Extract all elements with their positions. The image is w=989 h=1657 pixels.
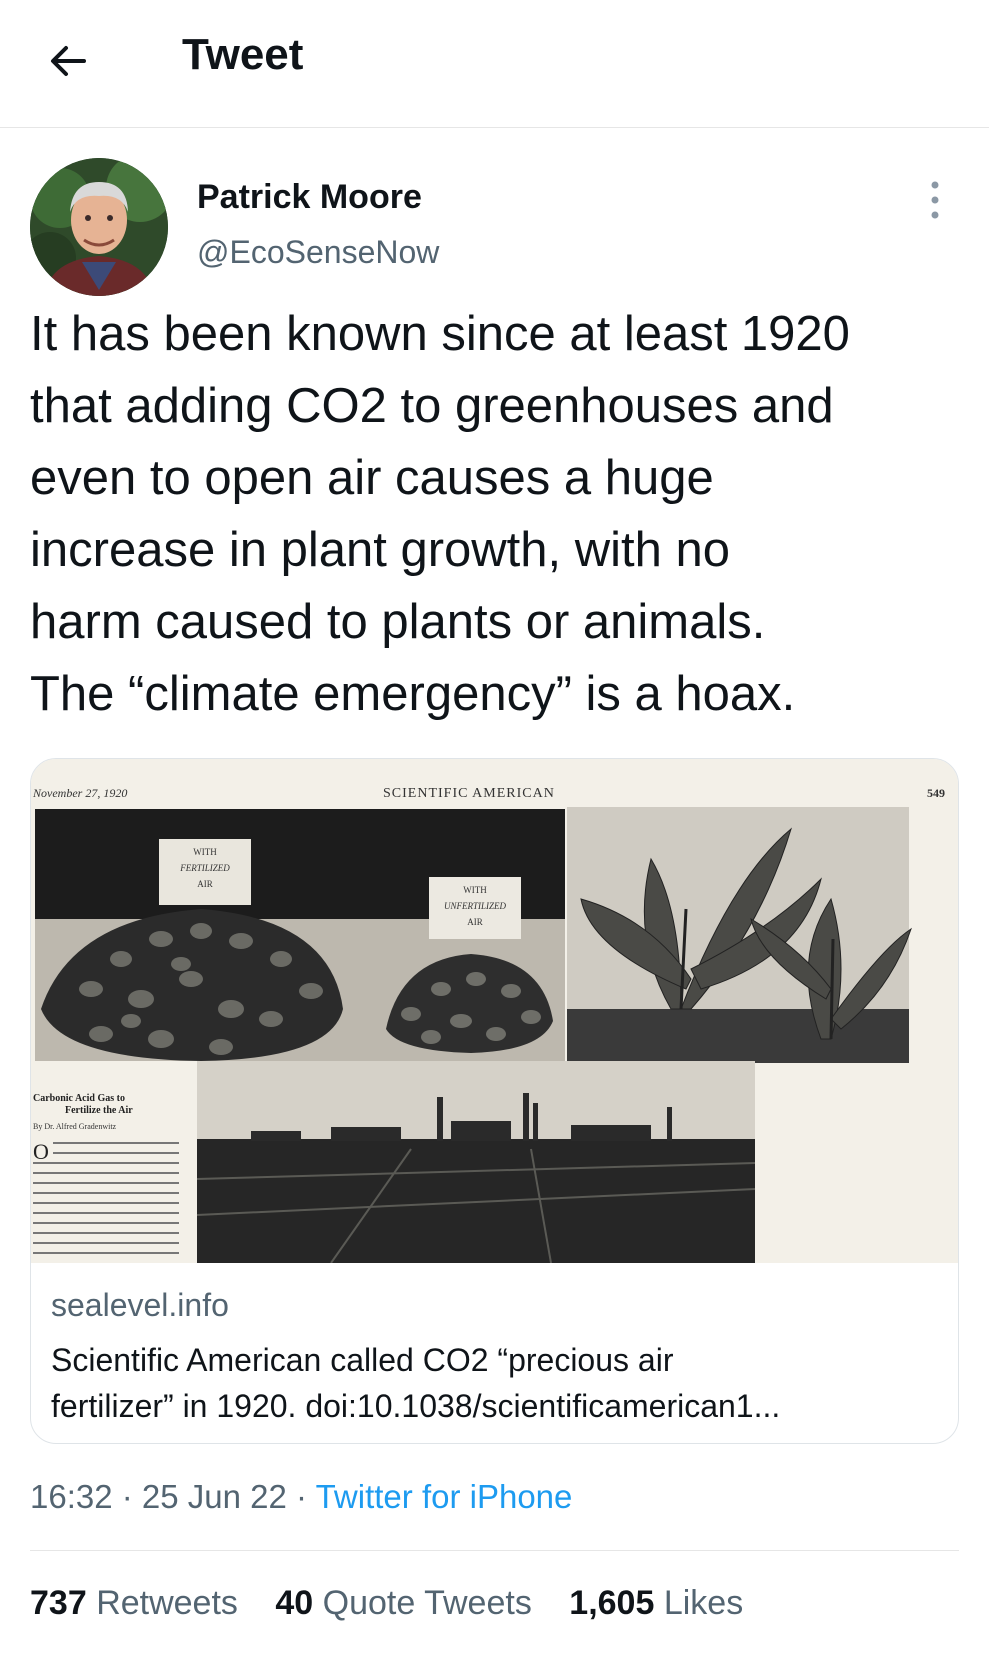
tweet-text-line: even to open air causes a huge — [30, 451, 714, 505]
more-options-icon[interactable] — [920, 178, 950, 222]
link-card[interactable]: November 27, 1920 SCIENTIFIC AMERICAN 54… — [30, 758, 959, 1444]
quote-tweets-count: 40 — [275, 1584, 314, 1622]
retweets-count: 737 — [30, 1584, 87, 1622]
article-title-line: Carbonic Acid Gas to — [33, 1093, 125, 1104]
avatar[interactable] — [30, 158, 168, 296]
tweet-source-link[interactable]: Twitter for iPhone — [316, 1478, 573, 1515]
likes-stat[interactable]: 1,605 Likes — [569, 1584, 743, 1623]
likes-label: Likes — [663, 1584, 744, 1622]
retweets-stat[interactable]: 737 Retweets — [30, 1584, 238, 1623]
likes-count: 1,605 — [569, 1584, 655, 1622]
magazine-date: November 27, 1920 — [32, 786, 127, 800]
quote-tweets-label: Quote Tweets — [322, 1584, 532, 1622]
quote-tweets-stat[interactable]: 40 Quote Tweets — [275, 1584, 531, 1623]
divider — [30, 1550, 959, 1551]
card-domain: sealevel.info — [51, 1287, 229, 1323]
photo-sign-line: AIR — [467, 917, 483, 927]
article-byline: By Dr. Alfred Gradenwitz — [33, 1122, 117, 1131]
engagement-stats: 737 Retweets 40 Quote Tweets 1,605 Likes — [30, 1584, 771, 1623]
article-title-line: Fertilize the Air — [65, 1105, 133, 1116]
top-bar: Tweet — [0, 0, 989, 128]
photo-sign-line: WITH — [463, 885, 487, 895]
author-name[interactable]: Patrick Moore — [197, 178, 422, 217]
author-handle[interactable]: @EcoSenseNow — [197, 234, 439, 271]
tweet-text-line: The “climate emergency” is a hoax. — [30, 667, 796, 721]
photo-sign-line: WITH — [193, 847, 217, 857]
photo-sign-line: AIR — [197, 879, 213, 889]
tweet-text-line: harm caused to plants or animals. — [30, 595, 766, 649]
card-description-line: Scientific American called CO2 “precious… — [51, 1342, 674, 1378]
tweet-timestamp: 16:32 · 25 Jun 22 · — [30, 1478, 316, 1515]
tweet-text-line: It has been known since at least 1920 — [30, 307, 850, 361]
magazine-masthead: SCIENTIFIC AMERICAN — [383, 786, 555, 801]
tweet-text-line: increase in plant growth, with no — [30, 523, 730, 577]
card-description-line: fertilizer” in 1920. doi:10.1038/scienti… — [51, 1388, 781, 1424]
svg-text:O: O — [33, 1139, 49, 1164]
arrow-left-icon[interactable] — [44, 36, 94, 86]
retweets-label: Retweets — [96, 1584, 238, 1622]
photo-sign-line: FERTILIZED — [179, 863, 230, 873]
tweet-text-line: that adding CO2 to greenhouses and — [30, 379, 834, 433]
card-description: Scientific American called CO2 “precious… — [51, 1337, 941, 1429]
tweet-text: It has been known since at least 1920 th… — [30, 298, 965, 730]
tweet-meta: 16:32 · 25 Jun 22 · Twitter for iPhone — [30, 1478, 572, 1516]
photo-sign-line: UNFERTILIZED — [444, 901, 507, 911]
page-title: Tweet — [182, 30, 304, 79]
magazine-page-number: 549 — [927, 786, 945, 800]
card-image[interactable]: November 27, 1920 SCIENTIFIC AMERICAN 54… — [31, 759, 958, 1263]
